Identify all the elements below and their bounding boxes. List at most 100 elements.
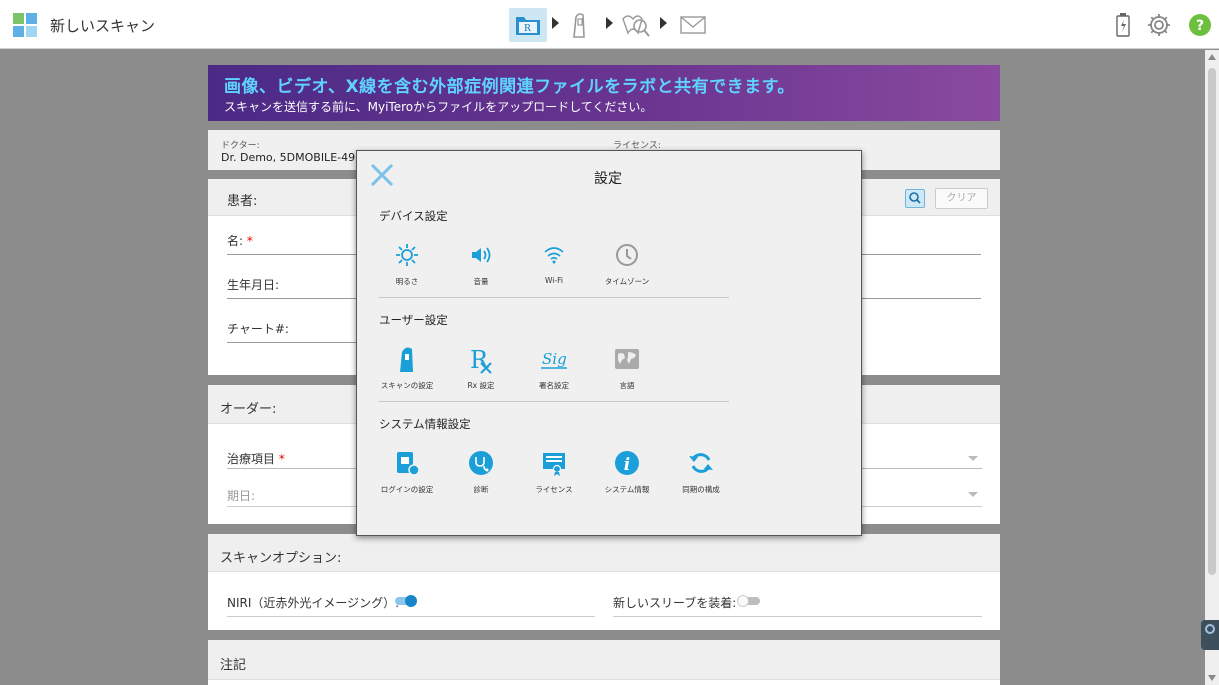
workflow-arrow [606, 17, 613, 29]
app-logo-icon [13, 13, 37, 37]
treatment-field-label: 治療項目 * [227, 450, 285, 467]
login-settings-label: ログインの設定 [380, 485, 434, 494]
workflow-scan-step[interactable] [565, 8, 593, 42]
close-icon[interactable] [370, 164, 394, 186]
sync-config-label: 同期の構成 [682, 485, 720, 494]
due-date-field-right[interactable] [862, 506, 982, 507]
sleeve-divider [613, 616, 982, 617]
banner-subtitle: スキャンを送信する前に、MyiTeroからファイルをアップロードしてください。 [224, 100, 653, 114]
niri-toggle-knob[interactable] [405, 595, 417, 607]
envelope-icon [680, 16, 706, 34]
wifi-icon [544, 247, 564, 264]
treatment-select-right[interactable] [862, 468, 982, 469]
side-tab-icon [1205, 624, 1215, 634]
patient-title: 患者: [227, 194, 258, 209]
order-title: オーダー: [220, 402, 277, 417]
sync-icon [689, 453, 713, 473]
stethoscope-icon [469, 451, 493, 475]
system-info-item[interactable]: i システム情報 [597, 446, 657, 495]
due-date-field[interactable] [227, 506, 357, 507]
scanner-wand-icon [400, 347, 413, 372]
notes-header [208, 640, 1000, 680]
doctor-label: ドクター: [221, 141, 260, 151]
rx-settings-label: Rx 設定 [467, 381, 495, 390]
sleeve-toggle-knob[interactable] [737, 595, 749, 607]
diagnostics-item[interactable]: 診断 [451, 446, 511, 495]
user-settings-heading: ユーザー設定 [379, 313, 448, 327]
volume-icon [472, 247, 491, 263]
sleeve-label: 新しいスリーブを装着: [613, 596, 737, 610]
scroll-up-arrow-icon[interactable] [1208, 54, 1216, 60]
clock-icon [616, 244, 638, 266]
dob-field[interactable] [227, 298, 357, 299]
workflow-send-step[interactable] [677, 8, 709, 42]
brightness-icon [396, 244, 418, 266]
timezone-label: タイムゾーン [604, 277, 650, 286]
niri-label: NIRI（近赤外光イメージング）: [227, 596, 400, 610]
certificate-icon [543, 453, 565, 476]
workflow-arrow [660, 17, 667, 29]
notes-title: 注記 [220, 658, 247, 673]
license-item[interactable]: ライセンス [524, 446, 584, 495]
rx-settings-item[interactable]: R Rx 設定 [451, 342, 511, 391]
scan-settings-item[interactable]: スキャンの設定 [377, 342, 437, 391]
chart-field-label: チャート#: [227, 322, 289, 336]
section-divider [378, 401, 729, 402]
svg-text:?: ? [1196, 18, 1204, 34]
settings-gear-icon[interactable] [1146, 12, 1172, 38]
name-label-text: 名: [227, 234, 244, 248]
svg-text:R: R [470, 346, 489, 374]
chevron-down-icon[interactable] [968, 456, 978, 461]
lock-icon [397, 452, 420, 476]
battery-icon[interactable] [1116, 13, 1130, 37]
name-field-right[interactable] [862, 254, 981, 255]
due-date-label: 期日: [227, 489, 256, 503]
chevron-down-icon[interactable] [968, 492, 978, 497]
brightness-setting[interactable]: 明るさ [377, 238, 437, 287]
scanner-wand-icon [573, 13, 585, 38]
timezone-setting[interactable]: タイムゾーン [597, 238, 657, 287]
world-map-icon [615, 349, 639, 369]
volume-label: 音量 [473, 277, 489, 286]
wifi-setting[interactable]: Wi-Fi [524, 238, 584, 285]
workflow-review-step[interactable] [619, 8, 653, 42]
search-icon [909, 192, 921, 204]
required-marker: * [246, 234, 253, 248]
volume-setting[interactable]: 音量 [451, 238, 511, 287]
name-field[interactable] [227, 254, 357, 255]
system-settings-heading: システム情報設定 [379, 417, 471, 431]
help-icon[interactable]: ? [1188, 13, 1212, 37]
sync-config-item[interactable]: 同期の構成 [671, 446, 731, 495]
wifi-label: Wi-Fi [545, 276, 563, 285]
rx-folder-icon: R [516, 17, 540, 35]
chart-field[interactable] [227, 342, 357, 343]
system-info-label: システム情報 [604, 485, 650, 494]
side-panel-tab[interactable] [1201, 620, 1219, 650]
notes-body [208, 680, 1000, 685]
rx-icon: R [470, 346, 492, 374]
svg-text:Sig: Sig [542, 350, 567, 368]
scrollbar-thumb[interactable] [1208, 68, 1216, 575]
workflow-arrow [552, 17, 559, 29]
settings-title: 設定 [594, 171, 622, 187]
treatment-select[interactable] [227, 468, 357, 469]
niri-divider [227, 616, 595, 617]
signature-settings-item[interactable]: Sig 署名設定 [524, 342, 584, 391]
doctor-value: Dr. Demo, 5DMOBILE-49 [221, 151, 356, 164]
clear-button[interactable]: クリア [935, 188, 988, 209]
language-label: 言語 [619, 381, 635, 390]
patient-search-button[interactable] [905, 189, 925, 208]
svg-text:i: i [624, 455, 630, 475]
dob-field-right[interactable] [862, 298, 981, 299]
workflow-rx-step[interactable]: R [509, 8, 547, 42]
scroll-down-arrow-icon[interactable] [1208, 675, 1216, 681]
login-settings-item[interactable]: ログインの設定 [377, 446, 437, 495]
section-divider [378, 297, 729, 298]
scan-settings-label: スキャンの設定 [380, 381, 434, 390]
svg-text:R: R [524, 24, 531, 34]
name-field-label: 名: * [227, 232, 253, 249]
license-label-text: ライセンス [535, 485, 573, 494]
language-setting[interactable]: 言語 [597, 342, 657, 391]
device-settings-heading: デバイス設定 [379, 209, 448, 223]
treatment-label-text: 治療項目 [227, 452, 276, 466]
